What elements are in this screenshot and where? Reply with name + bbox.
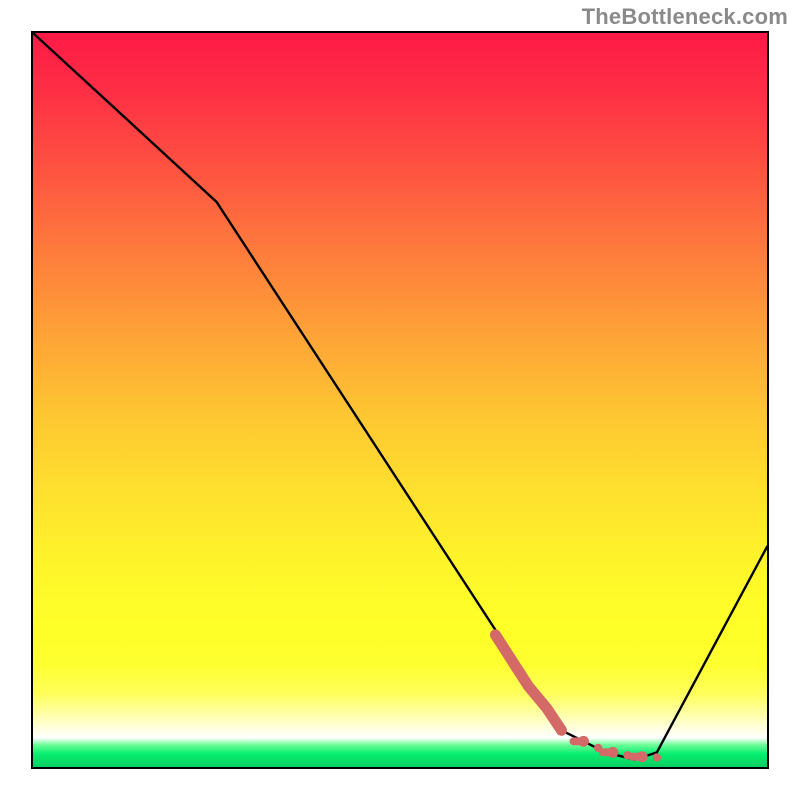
watermark-text: TheBottleneck.com: [582, 4, 788, 30]
highlight-segment: [495, 635, 561, 730]
highlight-dash: [599, 748, 613, 756]
highlight-dash: [570, 737, 584, 745]
curve-line: [33, 33, 767, 760]
chart-root: TheBottleneck.com: [0, 0, 800, 800]
chart-overlay: [33, 33, 767, 767]
highlight-series: [495, 635, 661, 762]
highlight-dot: [653, 753, 661, 761]
highlight-dash: [628, 753, 642, 761]
plot-area: [31, 31, 769, 769]
